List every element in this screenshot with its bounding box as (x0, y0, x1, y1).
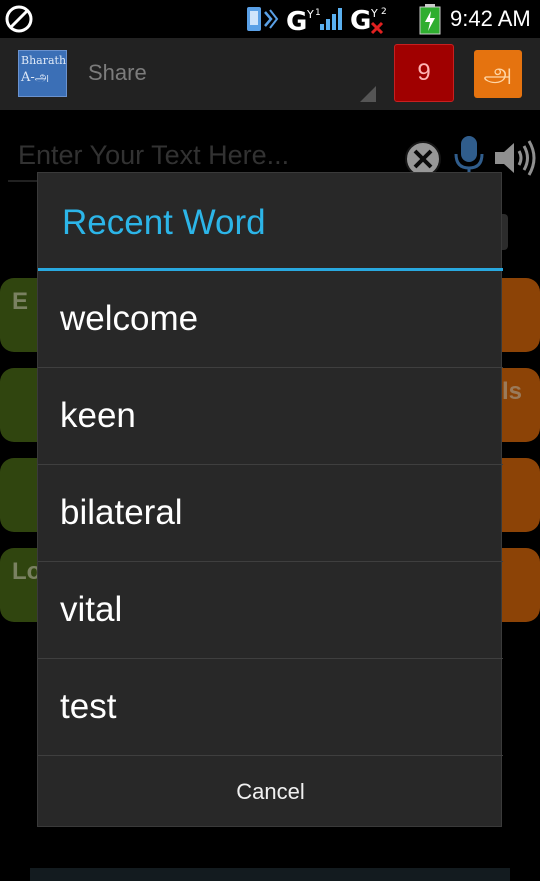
no-sim-icon (4, 0, 34, 38)
svg-text:1: 1 (315, 8, 321, 18)
list-item[interactable]: welcome (38, 271, 503, 368)
battery-charging-icon (418, 0, 442, 38)
svg-text:2: 2 (381, 7, 387, 17)
language-button[interactable]: அ (474, 50, 522, 98)
svg-text:G: G (286, 7, 307, 34)
dialog-title: Recent Word (62, 203, 266, 242)
list-item[interactable]: test (38, 659, 503, 756)
recent-word-dialog: Recent Word welcome keen bilateral vital… (37, 172, 503, 828)
list-item[interactable]: keen (38, 368, 503, 465)
list-item[interactable]: bilateral (38, 465, 503, 562)
signal-g2-icon: GY2 (350, 0, 398, 38)
screen: GY1 GY2 9:42 AM Bharath A-அ Share 9 அ En… (0, 0, 540, 881)
svg-text:G: G (350, 6, 371, 35)
status-bar: GY1 GY2 9:42 AM (0, 0, 540, 38)
share-spinner[interactable]: Share (88, 60, 378, 106)
logo-line1: Bharath (21, 54, 67, 67)
app-logo[interactable]: Bharath A-அ (18, 50, 67, 97)
count-badge-button[interactable]: 9 (394, 44, 454, 102)
cancel-button[interactable]: Cancel (38, 756, 503, 828)
svg-text:Y: Y (370, 7, 378, 20)
share-label: Share (88, 60, 147, 85)
svg-text:Y: Y (306, 8, 314, 21)
spinner-arrow-icon (360, 86, 376, 102)
list-item[interactable]: vital (38, 562, 503, 659)
word-list: welcome keen bilateral vital test (38, 271, 503, 756)
signal-g-icon: GY1 (286, 0, 346, 38)
action-bar: Bharath A-அ Share 9 அ (0, 38, 540, 110)
logo-line2: A-அ (21, 70, 50, 85)
status-time: 9:42 AM (450, 6, 531, 31)
phone-sync-icon (244, 0, 280, 38)
